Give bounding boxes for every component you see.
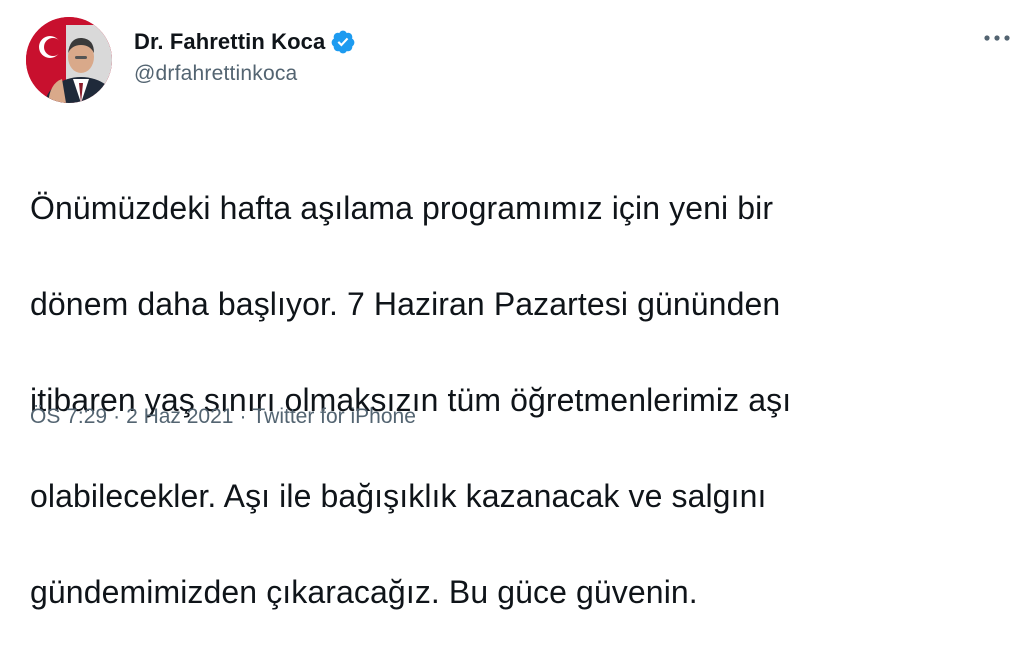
more-horizontal-icon[interactable] <box>982 28 1012 48</box>
verified-badge-icon <box>330 29 356 55</box>
handle[interactable]: @drfahrettinkoca <box>134 62 356 86</box>
tweet-timestamp-date[interactable]: 2 Haz 2021 <box>126 405 233 429</box>
tweet-timestamp-time[interactable]: ÖS 7:29 <box>30 405 107 429</box>
tweet-text-line: Önümüzdeki hafta aşılama programımız içi… <box>30 190 774 226</box>
tweet-text-line: olabilecekler. Aşı ile bağışıklık kazana… <box>30 478 767 514</box>
tweet-meta: ÖS 7:29 · 2 Haz 2021 · Twitter for iPhon… <box>30 405 416 429</box>
author-block: Dr. Fahrettin Koca @drfahrettinkoca <box>134 28 356 86</box>
tweet-text-line: dönem daha başlıyor. 7 Haziran Pazartesi… <box>30 286 781 322</box>
tweet-text: Önümüzdeki hafta aşılama programımız içi… <box>30 136 990 664</box>
display-name[interactable]: Dr. Fahrettin Koca <box>134 29 325 55</box>
avatar[interactable] <box>26 17 112 103</box>
meta-separator: · <box>113 405 121 428</box>
meta-separator: · <box>239 405 247 428</box>
tweet-source[interactable]: Twitter for iPhone <box>252 405 415 429</box>
tweet-card: Dr. Fahrettin Koca @drfahrettinkoca Önüm… <box>0 0 1034 610</box>
tweet-text-line: gündemimizden çıkaracağız. Bu güce güven… <box>30 574 698 610</box>
avatar-image <box>26 17 112 103</box>
name-row: Dr. Fahrettin Koca <box>134 28 356 56</box>
